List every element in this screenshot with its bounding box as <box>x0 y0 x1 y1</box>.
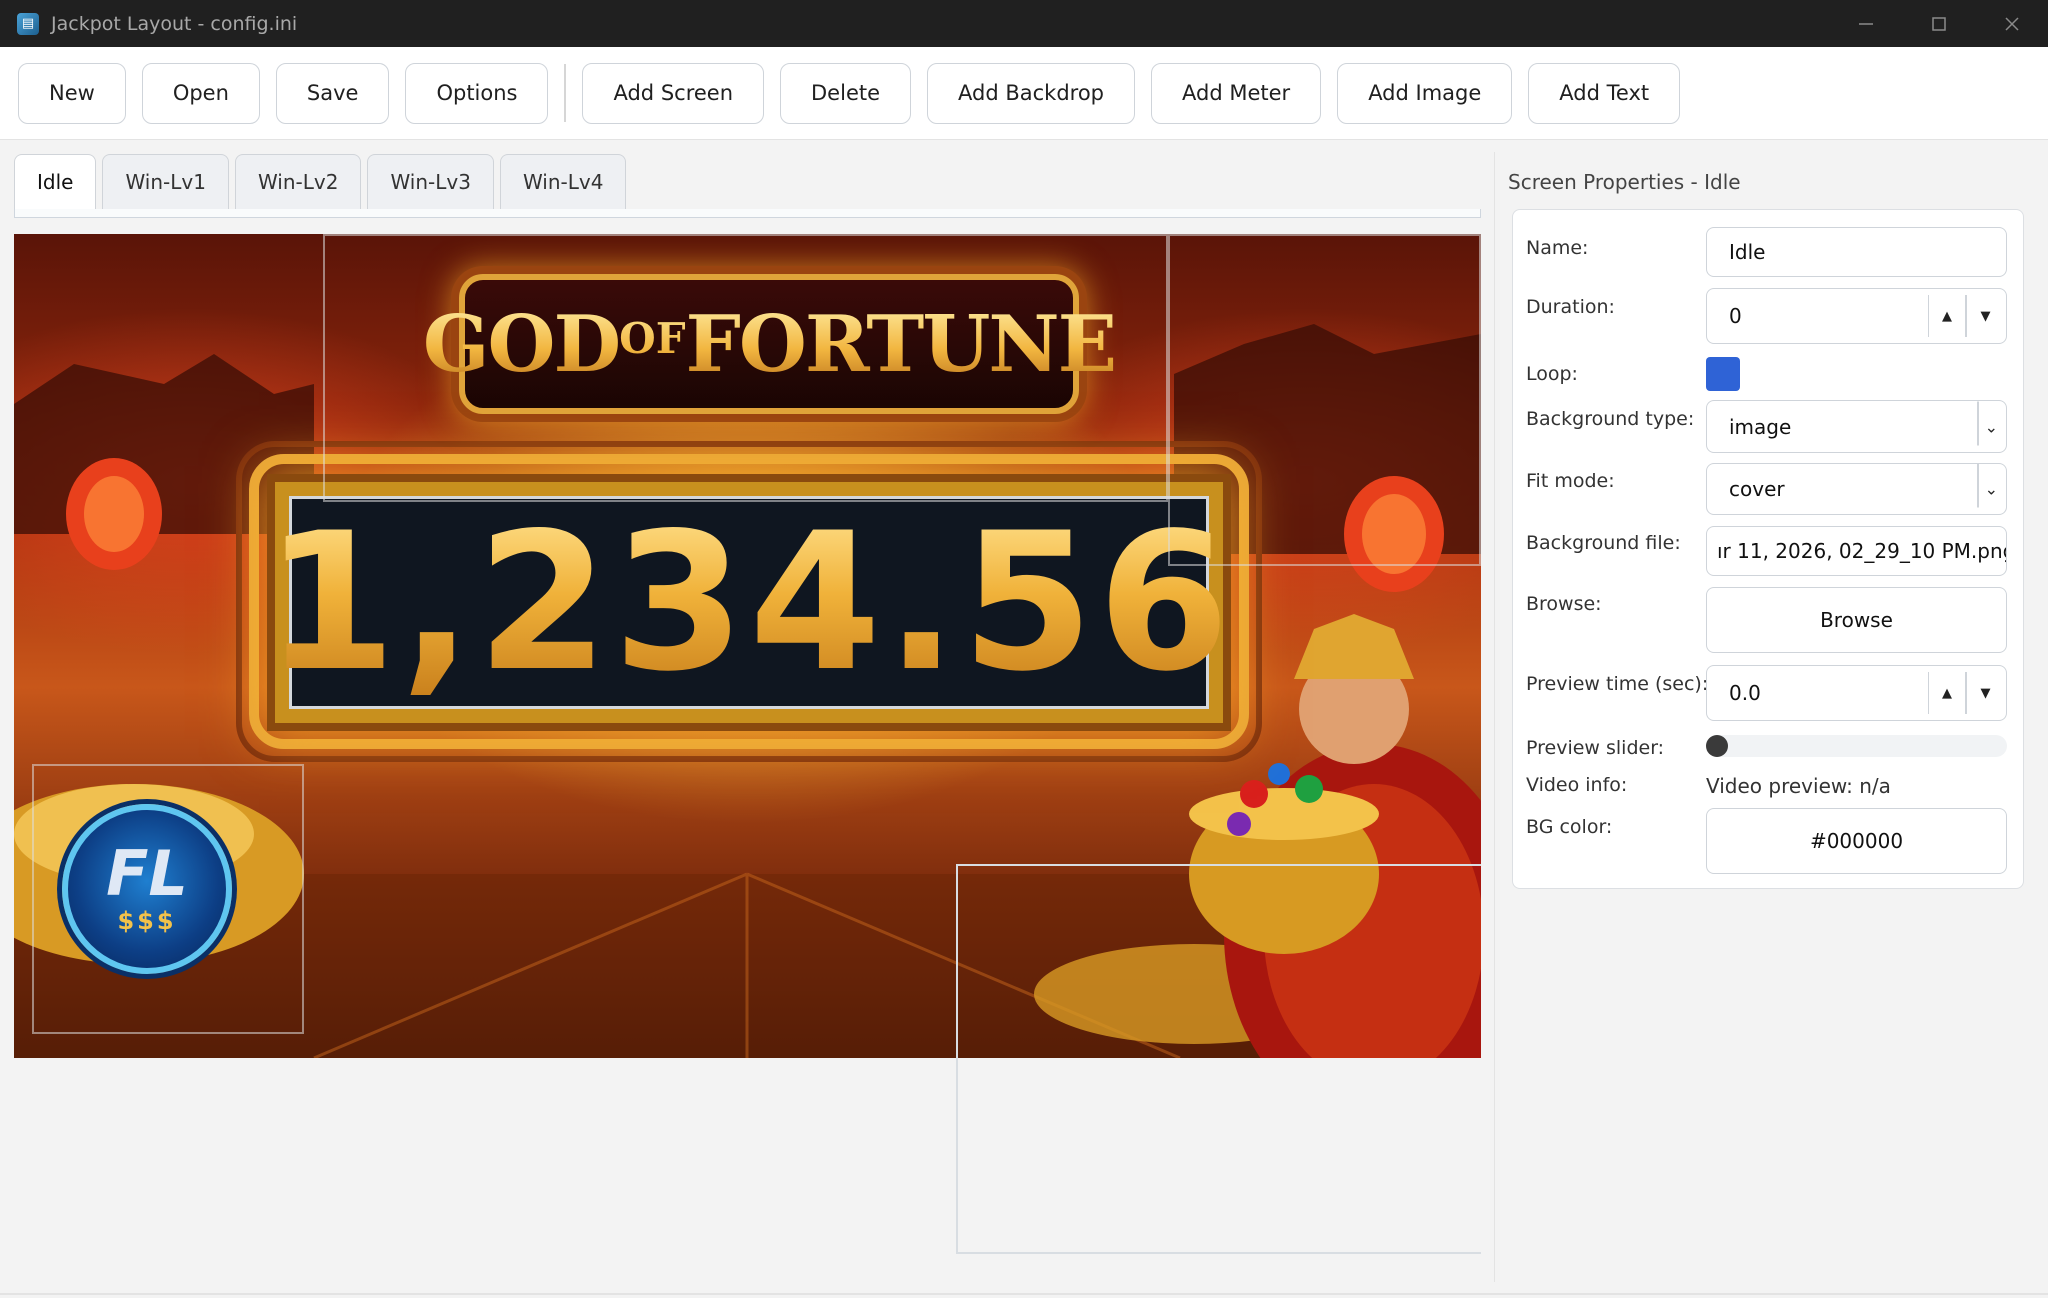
duration-row: Duration: 0 ▲ ▼ <box>1513 288 2025 344</box>
loop-row: Loop: <box>1513 357 2025 393</box>
duration-label: Duration: <box>1526 296 1615 318</box>
window-title: Jackpot Layout - config.ini <box>51 12 298 35</box>
jackpot-meter[interactable]: 1,234.56 <box>264 496 1230 709</box>
lantern-right-glow <box>1362 494 1426 574</box>
gold-pot-rim <box>1189 788 1379 840</box>
new-button[interactable]: New <box>18 62 126 124</box>
browse-row: Browse: Browse <box>1513 587 2025 655</box>
background-file-label: Background file: <box>1526 532 1681 554</box>
app-logo-icon: ▤ <box>17 12 39 35</box>
tab-win-lv4[interactable]: Win-Lv4 <box>499 154 627 209</box>
browse-button[interactable]: Browse <box>1706 587 2007 653</box>
video-info-row: Video info: Video preview: n/a <box>1513 772 2025 802</box>
add-backdrop-button[interactable]: Add Backdrop <box>927 62 1136 124</box>
game-title-word-3: FORTUNE <box>685 298 1116 390</box>
bg-color-row: BG color: #000000 <box>1513 808 2025 876</box>
tab-win-lv2[interactable]: Win-Lv2 <box>234 154 362 209</box>
minimize-button[interactable] <box>1829 0 1902 47</box>
name-label: Name: <box>1526 237 1589 259</box>
toolbar-separator <box>564 64 567 122</box>
save-button[interactable]: Save <box>275 62 390 124</box>
brand-logo[interactable]: FL $$$ <box>62 804 232 974</box>
tab-win-lv3[interactable]: Win-Lv3 <box>367 154 494 209</box>
duration-spin-buttons: ▲ ▼ <box>1928 295 2004 337</box>
add-image-button[interactable]: Add Image <box>1337 62 1513 124</box>
slider-handle[interactable] <box>1706 735 1728 757</box>
screen-tabs: Idle Win-Lv1 Win-Lv2 Win-Lv3 Win-Lv4 <box>14 152 1482 209</box>
loop-checkbox[interactable] <box>1706 357 1740 391</box>
overflow-layer-bounds[interactable] <box>956 864 1481 1254</box>
preview-time-label: Preview time (sec): <box>1526 673 1709 695</box>
logo-sub: $$$ <box>117 907 177 935</box>
properties-title: Screen Properties - Idle <box>1508 170 1741 194</box>
window-controls <box>1829 0 2048 47</box>
toolbar: New Open Save Options Add Screen Delete … <box>0 47 2048 140</box>
video-info-label: Video info: <box>1526 774 1628 796</box>
preview-time-row: Preview time (sec): 0.0 ▲ ▼ <box>1513 665 2025 721</box>
delete-button[interactable]: Delete <box>780 62 912 124</box>
preview-slider-row: Preview slider: <box>1513 735 2025 763</box>
fit-mode-value: cover <box>1729 477 1785 501</box>
preview-time-spinbox[interactable]: 0.0 ▲ ▼ <box>1706 665 2007 721</box>
chevron-down-icon: ⌄ <box>1976 401 1998 445</box>
duration-value: 0 <box>1729 304 1742 328</box>
open-button[interactable]: Open <box>141 62 260 124</box>
add-text-button[interactable]: Add Text <box>1528 62 1681 124</box>
bg-color-button[interactable]: #000000 <box>1706 808 2007 874</box>
meter-value: 1,234.56 <box>264 491 1234 713</box>
game-title-word-1: GOD <box>422 298 620 390</box>
properties-group: Name: Idle Duration: 0 ▲ ▼ Loop: Backgro… <box>1512 209 2024 889</box>
lantern-left-glow <box>84 476 144 552</box>
game-title-word-2: OF <box>619 313 686 363</box>
close-icon <box>2004 16 2019 31</box>
spin-up-icon[interactable]: ▲ <box>1928 672 1966 714</box>
video-info-value: Video preview: n/a <box>1706 774 1891 798</box>
options-button[interactable]: Options <box>405 62 549 124</box>
minimize-icon <box>1858 22 1873 25</box>
background-type-select[interactable]: image ⌄ <box>1706 400 2007 453</box>
gem-red <box>1240 780 1268 808</box>
preview-slider[interactable] <box>1706 735 2007 757</box>
browse-label: Browse: <box>1526 593 1602 615</box>
background-type-row: Background type: image ⌄ <box>1513 400 2025 453</box>
close-button[interactable] <box>1975 0 2048 47</box>
status-divider <box>0 1293 2048 1295</box>
gem-blue <box>1268 763 1290 785</box>
tab-idle[interactable]: Idle <box>14 154 97 209</box>
spin-down-icon[interactable]: ▼ <box>1966 672 2004 714</box>
add-screen-button[interactable]: Add Screen <box>582 62 765 124</box>
loop-label: Loop: <box>1526 363 1578 385</box>
gem-green <box>1295 775 1323 803</box>
properties-panel: Screen Properties - Idle Name: Idle Dura… <box>1494 152 2029 1282</box>
game-title-plaque[interactable]: GODOFFORTUNE <box>459 274 1079 414</box>
duration-spinbox[interactable]: 0 ▲ ▼ <box>1706 288 2007 344</box>
name-row: Name: Idle <box>1513 227 2025 277</box>
tab-win-lv1[interactable]: Win-Lv1 <box>102 154 229 209</box>
tab-pane-frame <box>14 209 1481 218</box>
fit-mode-label: Fit mode: <box>1526 470 1615 492</box>
background-type-value: image <box>1729 414 1792 439</box>
background-type-label: Background type: <box>1526 408 1695 430</box>
game-title: GODOFFORTUNE <box>423 299 1115 390</box>
logo-mark: FL <box>106 837 188 910</box>
background-file-input[interactable]: ır 11, 2026, 02_29_10 PM.png <box>1706 526 2007 576</box>
name-input[interactable]: Idle <box>1706 227 2007 277</box>
spin-down-icon[interactable]: ▼ <box>1966 295 2004 337</box>
chevron-down-icon: ⌄ <box>1976 464 1998 508</box>
spin-up-icon[interactable]: ▲ <box>1928 295 1966 337</box>
background-file-row: Background file: ır 11, 2026, 02_29_10 P… <box>1513 526 2025 576</box>
preview-time-spin-buttons: ▲ ▼ <box>1928 672 2004 714</box>
fit-mode-row: Fit mode: cover ⌄ <box>1513 463 2025 515</box>
preview-slider-label: Preview slider: <box>1526 737 1665 759</box>
maximize-button[interactable] <box>1902 0 1975 47</box>
maximize-icon <box>1931 16 1946 31</box>
add-meter-button[interactable]: Add Meter <box>1151 62 1322 124</box>
fortune-god-crown <box>1294 614 1414 679</box>
preview-time-value: 0.0 <box>1729 681 1761 705</box>
title-bar: ▤ Jackpot Layout - config.ini <box>0 0 2048 47</box>
fit-mode-select[interactable]: cover ⌄ <box>1706 463 2007 515</box>
bg-color-label: BG color: <box>1526 816 1613 838</box>
editor-panel: Idle Win-Lv1 Win-Lv2 Win-Lv3 Win-Lv4 GOD… <box>14 152 1482 1272</box>
gem-purple <box>1227 812 1251 836</box>
